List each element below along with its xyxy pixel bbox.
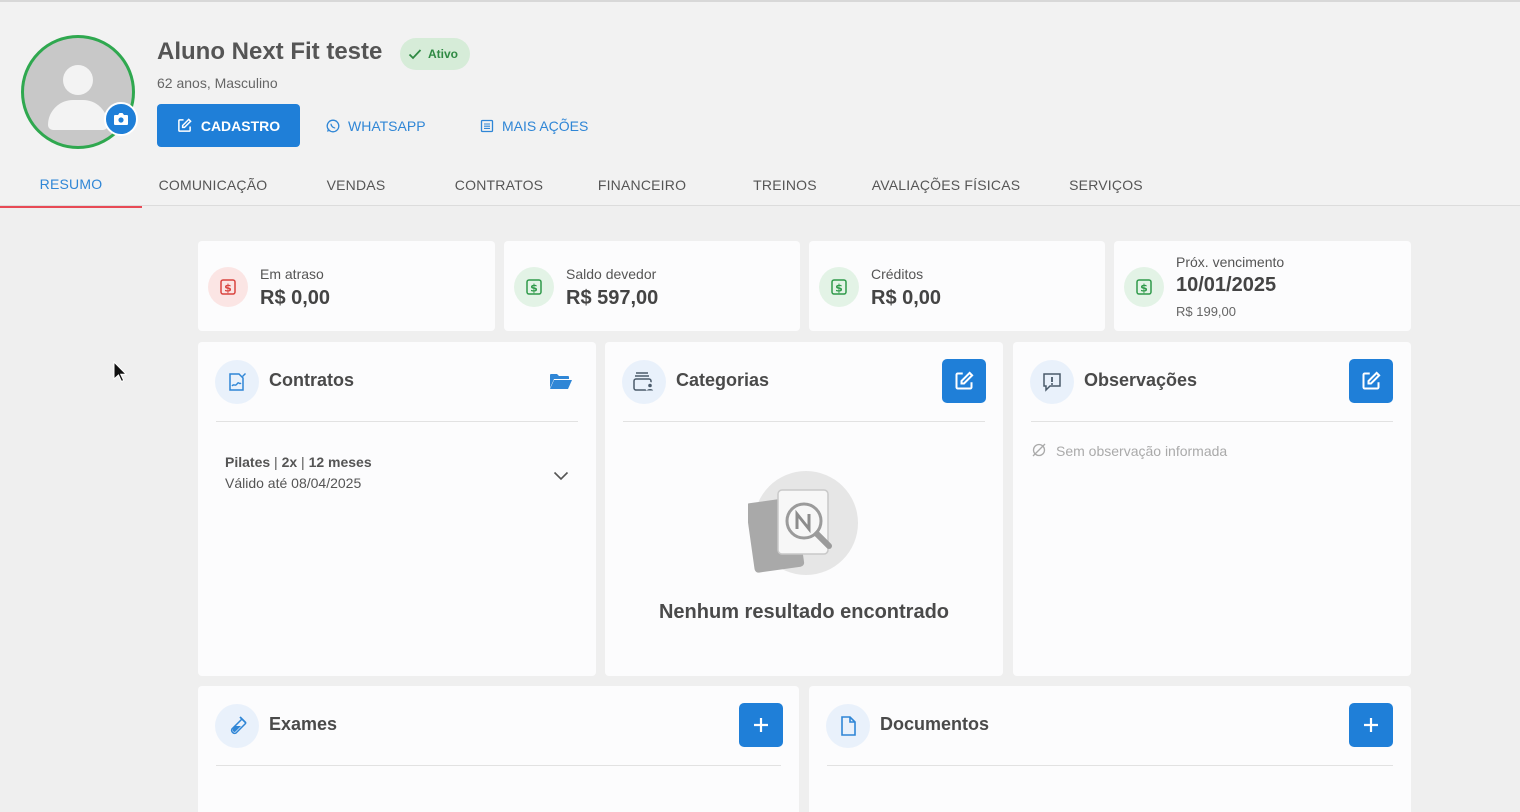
empty-search-illustration-icon xyxy=(745,470,860,585)
empty-observations-message: Sem observação informada xyxy=(1056,443,1228,459)
stat-label: Em atraso xyxy=(260,266,324,282)
tab-bar: RESUMO COMUNICAÇÃO VENDAS CONTRATOS FINA… xyxy=(0,162,1200,208)
contract-valid-until: Válido até 08/04/2025 xyxy=(225,475,362,491)
categorias-panel: Categorias Nenhum resultado encontrado xyxy=(605,342,1003,676)
avatar-placeholder-head xyxy=(63,65,93,95)
mais-acoes-label: MAIS AÇÕES xyxy=(502,117,589,134)
whatsapp-icon xyxy=(326,119,340,132)
stat-label: Créditos xyxy=(871,266,924,282)
test-tube-icon xyxy=(215,704,259,748)
mais-acoes-button[interactable]: MAIS AÇÕES xyxy=(480,104,588,147)
observacoes-panel: Observações Sem observação informada xyxy=(1013,342,1411,676)
tab-servicos[interactable]: SERVIÇOS xyxy=(1035,162,1177,208)
contract-modality: Pilates xyxy=(225,454,271,470)
contract-item-name[interactable]: Pilates | 2x | 12 meses xyxy=(225,454,372,470)
empty-results-message: Nenhum resultado encontrado xyxy=(658,601,950,623)
status-badge: Ativo xyxy=(400,38,470,70)
contratos-panel: Contratos Pilates | 2x | 12 meses Válido… xyxy=(198,342,596,676)
stat-card-creditos: $ Créditos R$ 0,00 xyxy=(809,241,1105,331)
stat-value: R$ 0,00 xyxy=(260,287,331,309)
status-text: Ativo xyxy=(428,47,458,61)
camera-icon xyxy=(114,113,128,125)
plus-icon xyxy=(1364,718,1378,732)
edit-icon xyxy=(177,118,192,132)
contratos-title: Contratos xyxy=(269,370,354,390)
student-subtitle: 62 anos, Masculino xyxy=(157,75,278,91)
cadastro-label: CADASTRO xyxy=(200,117,281,134)
tab-comunicacao[interactable]: COMUNICAÇÃO xyxy=(142,162,284,208)
tab-avaliacoes-fisicas[interactable]: AVALIAÇÕES FÍSICAS xyxy=(857,162,1035,208)
stat-label: Saldo devedor xyxy=(566,266,657,282)
documentos-title: Documentos xyxy=(880,714,990,734)
edit-icon xyxy=(955,371,974,390)
panel-divider xyxy=(1031,421,1393,422)
student-name: Aluno Next Fit teste xyxy=(157,38,383,65)
whatsapp-label: WHATSAPP xyxy=(348,117,426,134)
contract-frequency: 2x xyxy=(281,454,298,470)
categorias-title: Categorias xyxy=(676,370,770,390)
check-icon xyxy=(408,49,422,60)
avatar-placeholder-body xyxy=(48,100,108,130)
profile-header: Aluno Next Fit teste Ativo 62 anos, Masc… xyxy=(0,0,1520,208)
observacoes-title: Observações xyxy=(1084,370,1198,390)
dollar-icon: $ xyxy=(1124,267,1164,307)
stat-value: 10/01/2025 xyxy=(1176,274,1277,296)
exames-panel: Exames xyxy=(198,686,799,812)
edit-observacoes-button[interactable] xyxy=(1349,359,1393,403)
comment-alert-icon xyxy=(1030,360,1074,404)
empty-set-icon xyxy=(1031,442,1047,463)
tab-vendas[interactable]: VENDAS xyxy=(285,162,427,208)
dollar-icon: $ xyxy=(819,267,859,307)
plus-icon xyxy=(754,718,768,732)
edit-icon xyxy=(1362,371,1381,390)
edit-categorias-button[interactable] xyxy=(942,359,986,403)
cadastro-button[interactable]: CADASTRO xyxy=(157,104,300,147)
stat-card-saldo-devedor: $ Saldo devedor R$ 597,00 xyxy=(504,241,800,331)
panel-divider xyxy=(623,421,985,422)
tab-resumo[interactable]: RESUMO xyxy=(0,162,142,208)
tab-financeiro[interactable]: FINANCEIRO xyxy=(571,162,713,208)
dollar-icon: $ xyxy=(514,267,554,307)
stat-card-em-atraso: $ Em atraso R$ 0,00 xyxy=(198,241,495,331)
document-icon xyxy=(826,704,870,748)
stat-value: R$ 597,00 xyxy=(566,287,659,309)
panel-divider xyxy=(216,421,578,422)
tab-contratos[interactable]: CONTRATOS xyxy=(428,162,570,208)
documentos-panel: Documentos xyxy=(809,686,1411,812)
exames-title: Exames xyxy=(269,714,338,734)
stat-card-prox-vencimento: $ Próx. vencimento 10/01/2025 R$ 199,00 xyxy=(1114,241,1411,331)
panel-divider xyxy=(827,765,1393,766)
change-photo-button[interactable] xyxy=(104,102,138,136)
svg-text:$: $ xyxy=(224,282,232,295)
add-documento-button[interactable] xyxy=(1349,703,1393,747)
dollar-icon: $ xyxy=(208,267,248,307)
stat-value: R$ 0,00 xyxy=(871,287,942,309)
separator: | xyxy=(301,454,309,470)
whatsapp-button[interactable]: WHATSAPP xyxy=(326,104,426,147)
wallet-user-icon xyxy=(622,360,666,404)
stat-label: Próx. vencimento xyxy=(1176,254,1285,270)
contract-signature-icon xyxy=(215,360,259,404)
stat-sub-value: R$ 199,00 xyxy=(1176,304,1236,319)
mouse-cursor-icon xyxy=(113,360,128,388)
folder-open-icon[interactable] xyxy=(549,371,573,396)
add-exame-button[interactable] xyxy=(739,703,783,747)
contract-duration: 12 meses xyxy=(308,454,372,470)
chevron-down-icon[interactable] xyxy=(553,468,569,486)
tab-treinos[interactable]: TREINOS xyxy=(714,162,856,208)
list-icon xyxy=(480,119,494,132)
panel-divider xyxy=(216,765,781,766)
svg-text:$: $ xyxy=(835,282,843,295)
svg-text:$: $ xyxy=(1140,282,1148,295)
svg-text:$: $ xyxy=(530,282,538,295)
separator: | xyxy=(274,454,282,470)
